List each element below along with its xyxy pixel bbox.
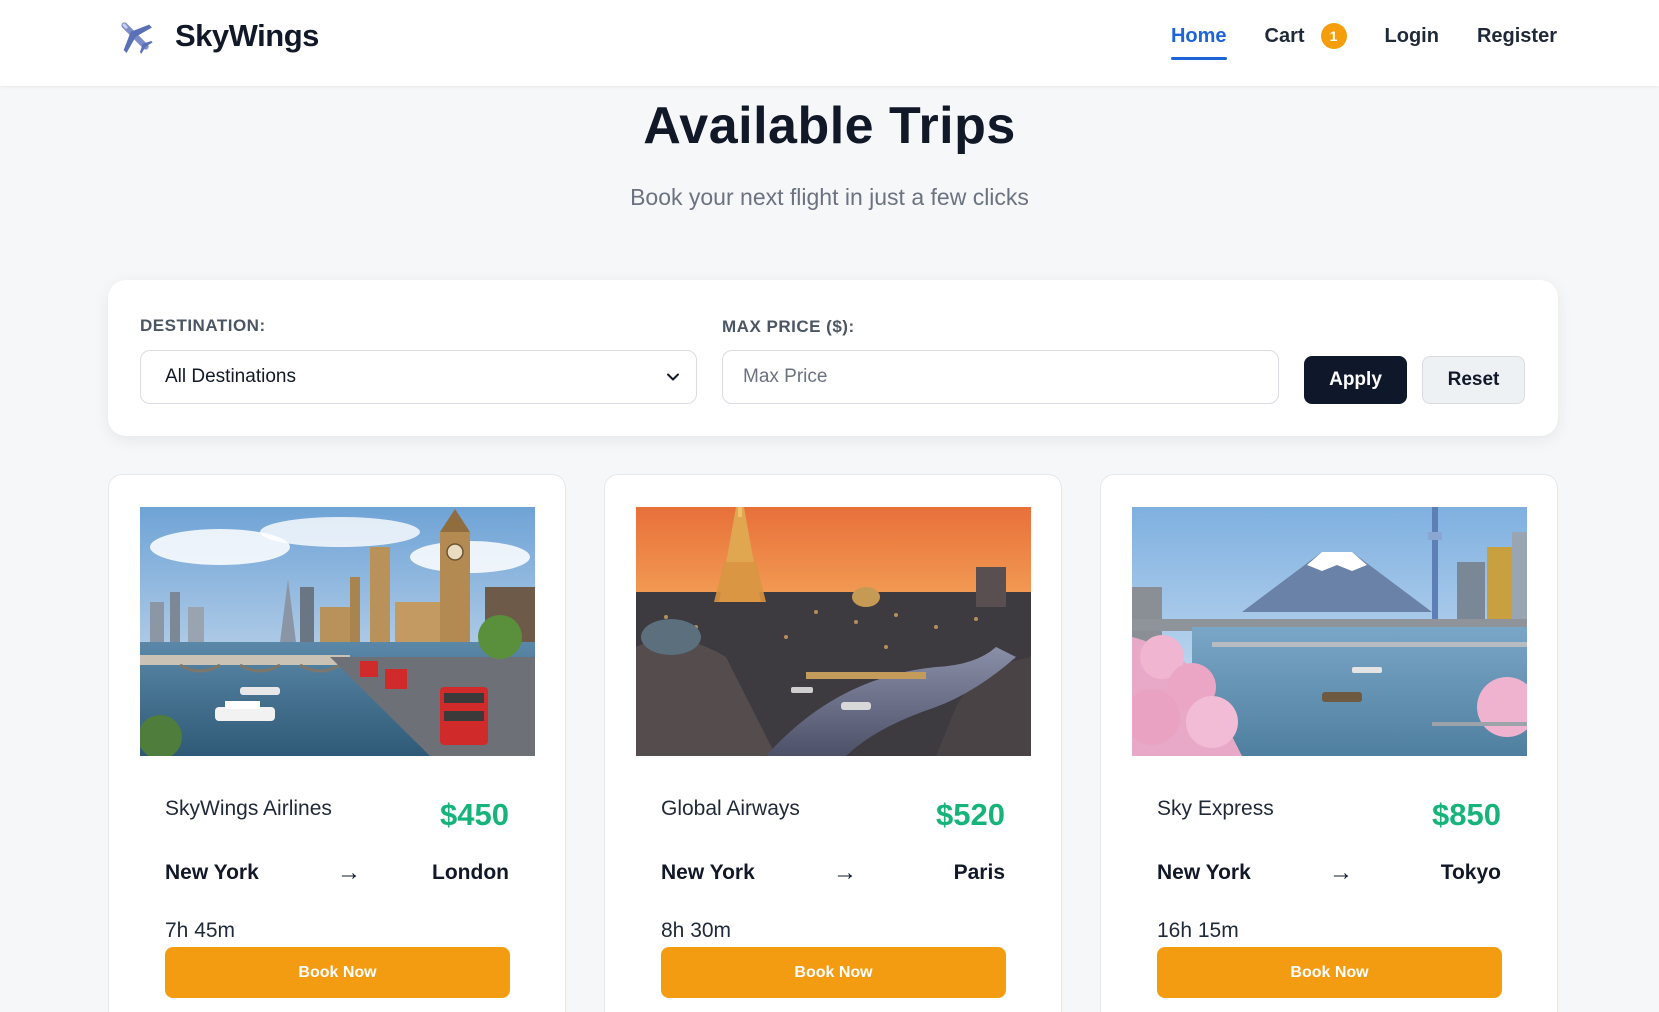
brand[interactable]: SkyWings (113, 14, 319, 58)
nav-links: Home Cart 1 Login Register (1133, 18, 1557, 60)
nav-home-link[interactable]: Home (1170, 18, 1227, 60)
cart-count-badge: 1 (1320, 23, 1347, 49)
apply-button[interactable]: Apply (1304, 356, 1407, 404)
trip-duration: 16h 15m (1157, 919, 1239, 942)
airplane-icon (121, 22, 153, 54)
chevron-down-icon (667, 373, 679, 381)
destination-label: DESTINATION: (140, 316, 266, 335)
trip-origin: New York (165, 861, 259, 884)
nav-cart-link[interactable]: Cart 1 (1265, 18, 1347, 54)
trip-airline: Global Airways (661, 797, 800, 820)
trip-destination: Paris (953, 861, 1005, 884)
book-now-button[interactable]: Book Now (661, 947, 1006, 998)
trip-price: $850 (1432, 797, 1501, 832)
nav-cart-label: Cart (1264, 25, 1305, 47)
trip-image-paris (636, 507, 1031, 756)
trip-card: Global Airways $520 New York → Paris 8h … (604, 474, 1062, 1012)
trip-origin: New York (1157, 861, 1251, 884)
reset-button[interactable]: Reset (1422, 356, 1525, 404)
nav-register-link[interactable]: Register (1477, 18, 1557, 54)
top-navbar: SkyWings Home Cart 1 Login Register (0, 0, 1659, 86)
trip-airline: Sky Express (1157, 797, 1274, 820)
filter-panel: DESTINATION: All Destinations MAX PRICE … (108, 280, 1558, 436)
trip-airline: SkyWings Airlines (165, 797, 332, 820)
book-now-button[interactable]: Book Now (1157, 947, 1502, 998)
max-price-label: MAX PRICE ($): (722, 317, 855, 336)
route-arrow-icon: → (1329, 859, 1353, 886)
page-title: Available Trips (643, 97, 1016, 155)
trip-destination: London (432, 861, 509, 884)
trip-card: Sky Express $850 New York → Tokyo 16h 15… (1100, 474, 1558, 1012)
nav-login-link[interactable]: Login (1385, 18, 1439, 54)
trip-duration: 8h 30m (661, 919, 732, 942)
route-arrow-icon: → (833, 859, 857, 886)
trip-image-london (140, 507, 535, 756)
route-arrow-icon: → (337, 859, 361, 886)
trip-image-tokyo (1132, 507, 1527, 756)
book-now-button[interactable]: Book Now (165, 947, 510, 998)
page-subtitle: Book your next flight in just a few clic… (630, 184, 1029, 210)
destination-selected-value: All Destinations (165, 366, 296, 387)
trip-price: $450 (440, 797, 509, 832)
trip-card: SkyWings Airlines $450 New York → London… (108, 474, 566, 1012)
brand-name: SkyWings (175, 18, 319, 53)
trip-duration: 7h 45m (165, 919, 236, 942)
trip-origin: New York (661, 861, 755, 884)
trip-price: $520 (936, 797, 1005, 832)
max-price-input[interactable] (722, 350, 1279, 404)
destination-select[interactable]: All Destinations (140, 350, 697, 404)
trip-destination: Tokyo (1440, 861, 1501, 884)
